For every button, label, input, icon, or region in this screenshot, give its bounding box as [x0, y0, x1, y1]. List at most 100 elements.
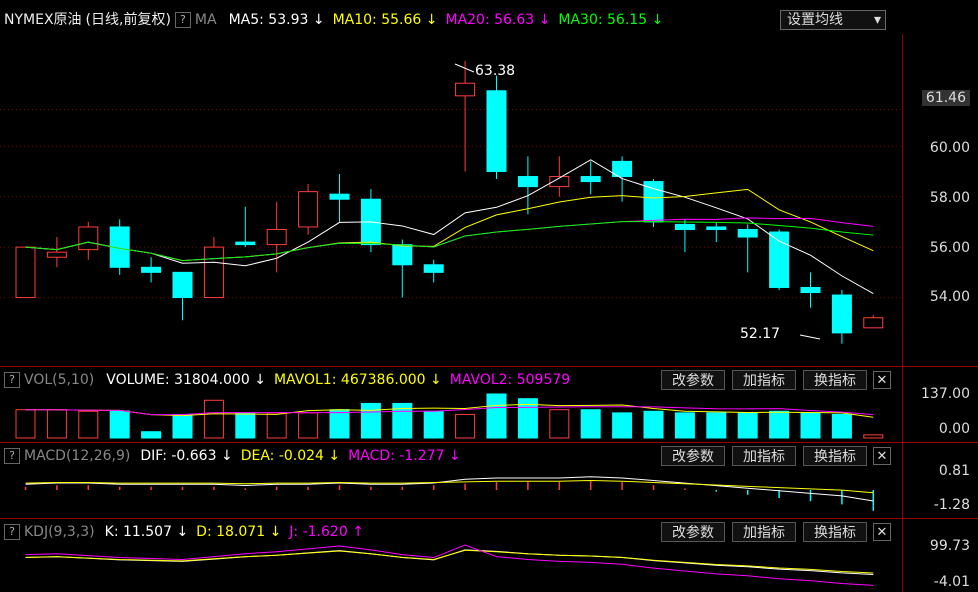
volume-bar: [831, 413, 852, 439]
volume-bar: [203, 399, 224, 439]
dea-line: [25, 480, 874, 494]
volume-bar: [769, 410, 790, 439]
add-indicator-button[interactable]: 加指标: [732, 446, 796, 466]
ma30-line: [25, 221, 874, 262]
low-annotation: 52.17: [740, 326, 781, 342]
volume-bar: [737, 412, 758, 439]
candle-body: [706, 226, 727, 230]
candle-body: [392, 244, 413, 266]
volume-bar: [46, 409, 67, 439]
j-value: J: -1.620 ↑: [289, 524, 364, 540]
volume-bar: [235, 412, 256, 439]
volume-bar: [266, 412, 287, 439]
close-icon[interactable]: ✕: [873, 371, 891, 389]
close-icon[interactable]: ✕: [873, 447, 891, 465]
j-line: [25, 544, 874, 586]
volume-bar: [486, 393, 507, 439]
candle-body: [423, 264, 444, 273]
macd-name: MACD(12,26,9): [24, 448, 131, 464]
axis-divider: [902, 34, 903, 592]
volume-bar: [549, 409, 570, 439]
volume-bar: [674, 412, 695, 439]
candle-body: [800, 286, 821, 294]
candle-body: [769, 231, 790, 288]
candle-body: [46, 251, 67, 258]
volume-bar: [15, 409, 36, 439]
macd-value: MACD: -1.277 ↓: [348, 448, 461, 464]
price-tick: 54.00: [929, 289, 970, 305]
candle-body: [863, 317, 884, 329]
close-icon[interactable]: ✕: [873, 523, 891, 541]
help-icon[interactable]: ?: [4, 372, 20, 388]
dea-value: DEA: -0.024 ↓: [240, 448, 341, 464]
volume-bar: [329, 409, 350, 439]
candle-body: [486, 90, 507, 172]
candle-body: [737, 228, 758, 238]
high-arrow: [454, 63, 475, 73]
candle-body: [517, 176, 538, 188]
kdj-axis-max: 99.73: [929, 538, 970, 554]
k-line: [25, 549, 874, 575]
price-tick: 58.00: [929, 190, 970, 206]
modify-params-button[interactable]: 改参数: [661, 446, 725, 466]
macd-header: ? MACD(12,26,9) DIF: -0.663 ↓ DEA: -0.02…: [4, 447, 469, 465]
d-value: D: 18.071 ↓: [196, 524, 282, 540]
candle-body: [203, 246, 224, 299]
candle-body: [141, 266, 162, 273]
candle-body: [266, 228, 287, 246]
kdj-axis-min: -4.01: [933, 574, 970, 590]
price-chart: [0, 61, 902, 586]
kdj-name: KDJ(9,3,3): [24, 524, 95, 540]
add-indicator-button[interactable]: 加指标: [732, 522, 796, 542]
volume-bar: [78, 410, 99, 439]
macd-axis-max: 0.81: [938, 463, 970, 479]
price-tick: 60.00: [929, 140, 970, 156]
candle-body: [298, 191, 319, 228]
candle-body: [455, 82, 476, 97]
switch-indicator-button[interactable]: 换指标: [803, 522, 867, 542]
d-line: [25, 549, 874, 574]
vol-name: VOL(5,10): [24, 372, 95, 388]
volume-bar: [863, 434, 884, 439]
price-tick: 56.00: [929, 240, 970, 256]
candle-body: [831, 294, 852, 334]
mavol2-value: MAVOL2: 509579: [449, 372, 571, 388]
volume-bar: [298, 412, 319, 439]
vol-axis-min: 0.00: [938, 421, 970, 437]
candle-body: [329, 193, 350, 200]
volume-value: VOLUME: 31804.000 ↓: [106, 372, 266, 388]
k-value: K: 11.507 ↓: [104, 524, 189, 540]
volume-bar: [109, 410, 130, 439]
ma5-line: [25, 159, 874, 294]
volume-bar: [360, 402, 381, 439]
low-arrow: [799, 334, 821, 340]
add-indicator-button[interactable]: 加指标: [732, 370, 796, 390]
volume-bar: [580, 409, 601, 439]
volume-bar: [706, 412, 727, 439]
modify-params-button[interactable]: 改参数: [661, 370, 725, 390]
switch-indicator-button[interactable]: 换指标: [803, 446, 867, 466]
candle-body: [674, 223, 695, 230]
candle-body: [235, 241, 256, 246]
modify-params-button[interactable]: 改参数: [661, 522, 725, 542]
candle-body: [643, 181, 664, 223]
kdj-header: ? KDJ(9,3,3) K: 11.507 ↓ D: 18.071 ↓ J: …: [4, 523, 372, 541]
mavol1-value: MAVOL1: 467386.000 ↓: [273, 372, 442, 388]
volume-bar: [141, 431, 162, 439]
panel-separator: [0, 442, 978, 443]
candle-body: [15, 246, 36, 299]
vol-header: ? VOL(5,10) VOLUME: 31804.000 ↓ MAVOL1: …: [4, 371, 570, 389]
volume-bar: [643, 410, 664, 439]
high-annotation: 63.38: [475, 63, 516, 79]
candle-body: [172, 271, 193, 299]
volume-bar: [423, 410, 444, 439]
panel-separator: [0, 366, 978, 367]
switch-indicator-button[interactable]: 换指标: [803, 370, 867, 390]
candle-body: [78, 226, 99, 251]
help-icon[interactable]: ?: [4, 524, 20, 540]
volume-bar: [612, 412, 633, 439]
volume-bar: [172, 413, 193, 439]
dif-value: DIF: -0.663 ↓: [140, 448, 233, 464]
volume-bar: [800, 412, 821, 439]
help-icon[interactable]: ?: [4, 448, 20, 464]
